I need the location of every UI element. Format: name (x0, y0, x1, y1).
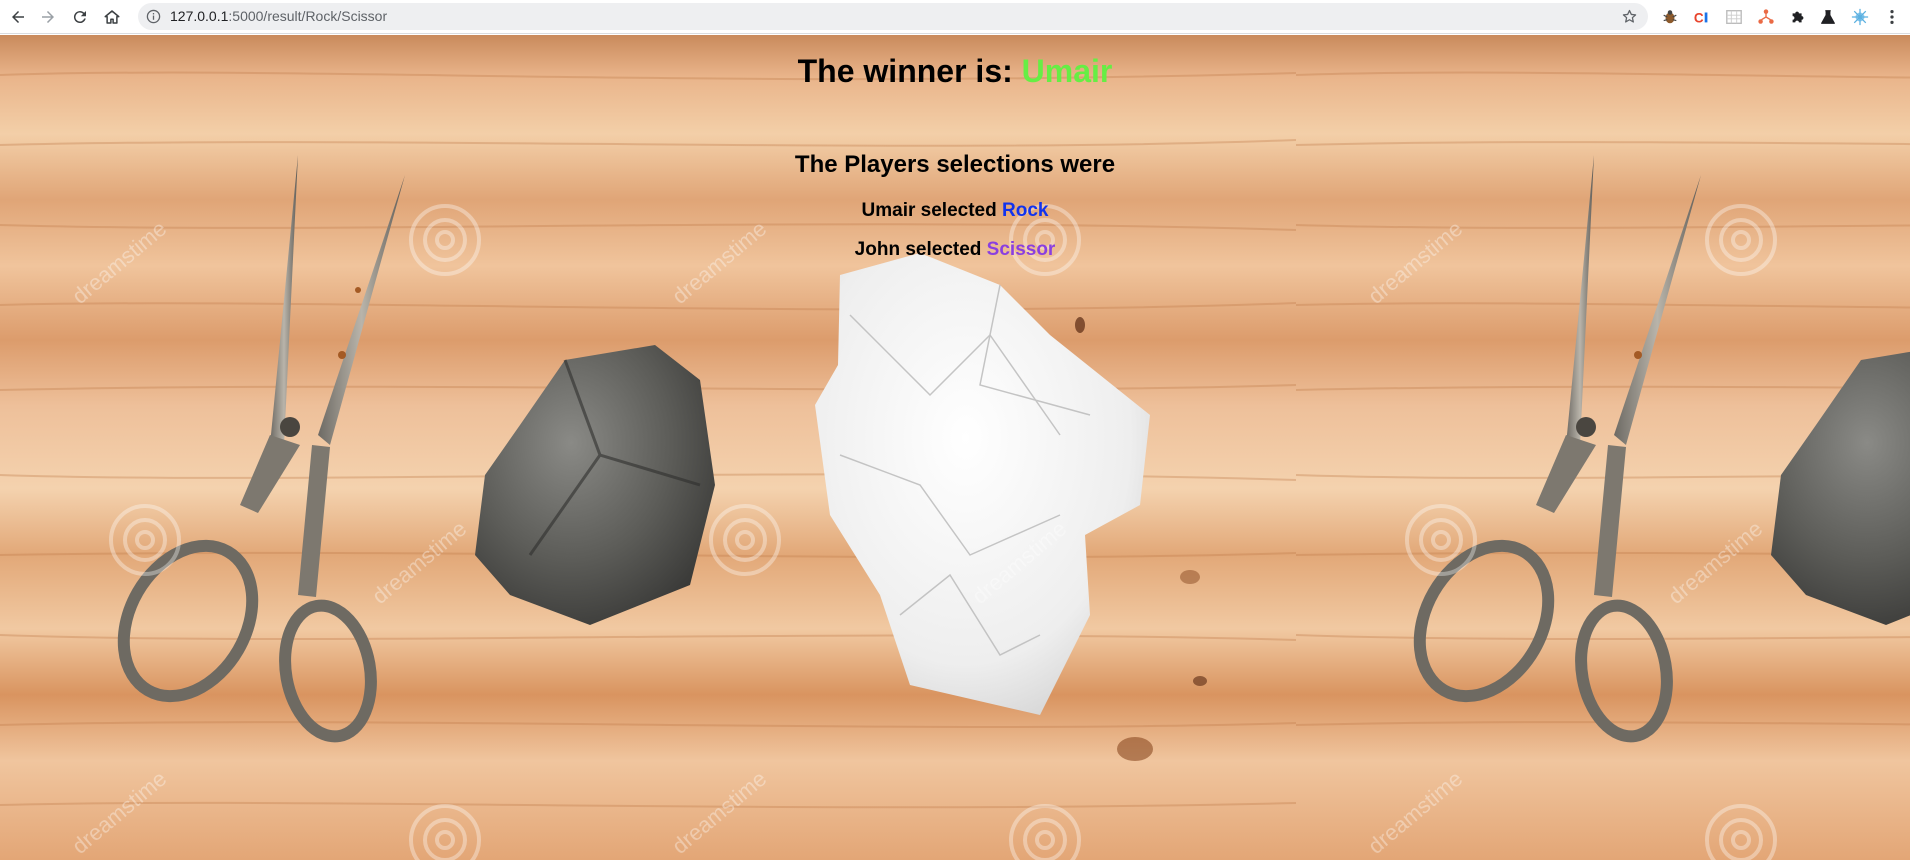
puzzle-icon (1792, 11, 1804, 23)
extension-ci-button[interactable]: C (1692, 7, 1712, 27)
winner-name: Umair (1021, 53, 1113, 89)
forward-button[interactable] (36, 5, 60, 29)
selected-verb: selected (900, 239, 987, 260)
back-icon (12, 11, 24, 23)
star-icon[interactable] (1621, 8, 1638, 25)
player-choice: Scissor (986, 239, 1056, 260)
extension-snowflake-button[interactable] (1850, 7, 1870, 27)
grid-extension-icon (1726, 10, 1742, 24)
ci-extension-icon: C (1694, 10, 1708, 25)
reload-button[interactable] (68, 5, 92, 29)
extensions-puzzle-button[interactable] (1788, 7, 1808, 27)
extension-bug-button[interactable] (1660, 7, 1680, 27)
selections-title: The Players selections were (794, 151, 1116, 178)
browser-toolbar: 127.0.0.1:5000/result/Rock/Scissor C (0, 0, 1910, 34)
winner-heading: The winner is: Umair (0, 53, 1910, 90)
url-host: 127.0.0.1 (170, 8, 229, 24)
browser-menu-button[interactable] (1882, 7, 1902, 27)
forward-icon (42, 11, 54, 23)
menu-icon (1890, 9, 1894, 25)
back-button[interactable] (6, 5, 30, 29)
player-name: John (854, 239, 901, 260)
player-name: Umair (861, 200, 916, 221)
info-icon[interactable] (146, 9, 161, 24)
url-path: :5000/result/Rock/Scissor (228, 8, 388, 24)
extension-flask-button[interactable] (1818, 7, 1838, 27)
bug-extension-icon (1663, 10, 1677, 24)
svg-text:C: C (1694, 10, 1704, 25)
flask-icon (1821, 10, 1835, 24)
home-icon (104, 10, 120, 24)
player-selection-1: Umair selected Rock (0, 200, 1910, 222)
reload-icon (73, 11, 86, 24)
player-selection-2: John selected Scissor (0, 239, 1910, 261)
player-choice: Rock (1002, 200, 1049, 221)
winner-prefix: The winner is: (797, 53, 1022, 89)
extension-grid-button[interactable] (1724, 7, 1744, 27)
selected-verb: selected (915, 200, 1002, 221)
url-text[interactable]: 127.0.0.1:5000/result/Rock/Scissor (170, 8, 387, 24)
extension-network-button[interactable] (1756, 7, 1776, 27)
home-button[interactable] (100, 5, 124, 29)
address-bar[interactable]: 127.0.0.1:5000/result/Rock/Scissor (138, 3, 1648, 30)
network-extension-icon (1758, 9, 1774, 24)
snowflake-icon (1851, 8, 1869, 26)
